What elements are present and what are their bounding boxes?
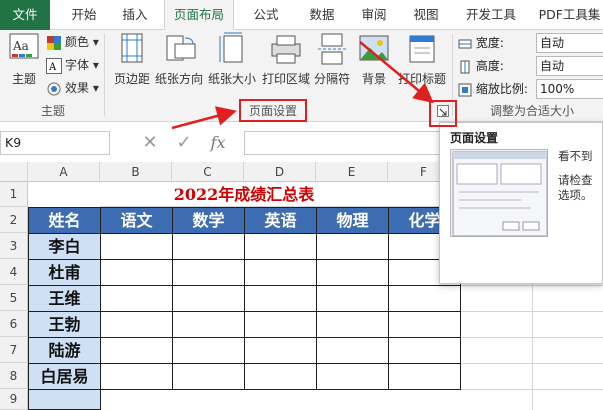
annotation-arrows [171, 41, 434, 130]
